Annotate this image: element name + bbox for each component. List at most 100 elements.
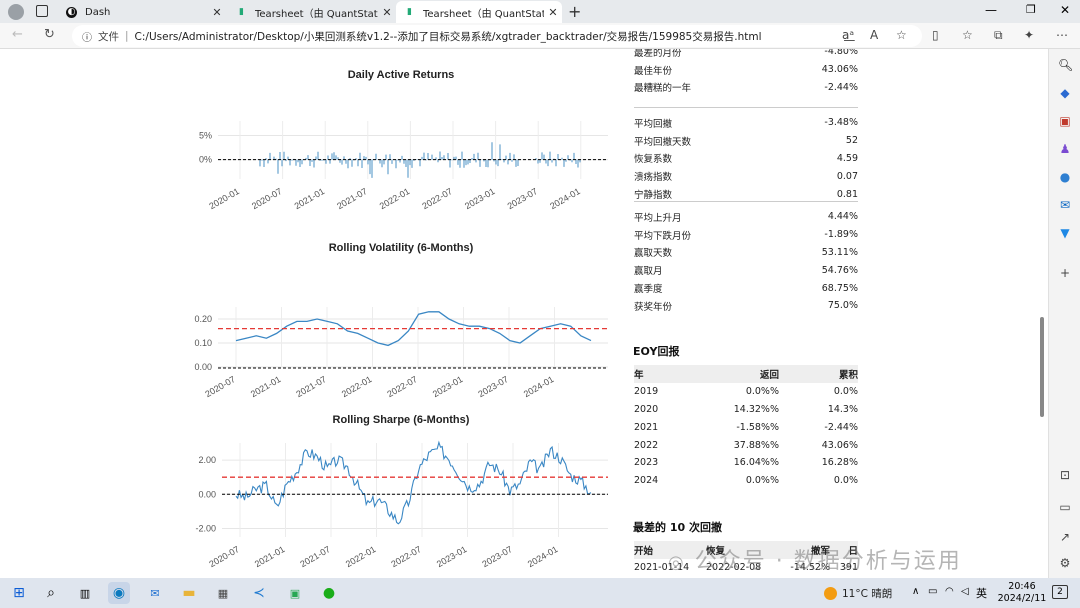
clock[interactable]: 20:46 2024/2/11 — [996, 581, 1048, 605]
outlook-icon[interactable]: ✉ — [1058, 198, 1072, 212]
profile-avatar[interactable] — [8, 4, 24, 20]
tab-dash[interactable]: ◐ Dash ✕ — [58, 1, 226, 23]
drawdown-heading: 最差的 10 次回撤 — [633, 521, 722, 534]
sidebar-toggle-icon[interactable]: ▭ — [1058, 500, 1072, 514]
eoy-row: 2020 14.32%% 14.3% — [634, 401, 858, 419]
back-icon[interactable]: ← — [12, 27, 23, 42]
info-icon[interactable]: ⓘ — [82, 29, 92, 44]
metric-row: 平均上升月 4.44% — [634, 208, 858, 226]
search-icon[interactable]: ⌕ — [40, 582, 62, 604]
chart-icon: ▮ — [239, 7, 244, 17]
favorite-star-icon[interactable]: ☆ — [896, 28, 907, 42]
y-tick-label: 0.20 — [194, 314, 212, 324]
add-icon[interactable]: + — [1058, 266, 1072, 280]
tools-icon[interactable]: ▣ — [1058, 114, 1072, 128]
explorer-icon[interactable]: ▬ — [178, 582, 200, 604]
metric-value: -4.80% — [824, 49, 858, 58]
ime-indicator[interactable]: 英 — [976, 585, 987, 601]
terminal-icon[interactable]: ▣ — [284, 582, 306, 604]
wifi-icon[interactable]: ◠ — [945, 586, 954, 597]
games-icon[interactable]: ♟ — [1058, 142, 1072, 156]
metric-row: 获奖年份 75.0% — [634, 297, 858, 315]
eoy-cell: 14.32%% — [733, 403, 779, 415]
windows-start-icon[interactable]: ⊞ — [8, 582, 30, 604]
drop-icon[interactable]: ▼ — [1058, 226, 1072, 240]
vscode-icon[interactable]: ≺ — [248, 582, 270, 604]
minimize-button[interactable]: — — [985, 3, 997, 17]
eoy-header-row: 年 返回 累积 — [634, 365, 858, 383]
taskbar: ⊞ ⌕ ▥ ◉ ✉ ▬ ▦ ≺ ▣ ● 11°C 晴朗 ∧ ▭ ◠ ◁ 英 20… — [0, 578, 1080, 608]
x-tick-label: 2022-07 — [389, 544, 423, 569]
y-tick-label: 2.00 — [198, 455, 216, 465]
metric-row: 平均回撤天数 52 — [634, 132, 858, 150]
favorites-icon[interactable]: ☆ — [962, 28, 973, 42]
eoy-cell: 2019 — [634, 386, 659, 398]
more-icon[interactable]: ⋯ — [1056, 28, 1068, 42]
office-icon[interactable]: ● — [1058, 170, 1072, 184]
eoy-cell: 2023 — [634, 457, 659, 469]
scrollbar[interactable] — [1040, 317, 1044, 417]
metric-value: 4.44% — [827, 211, 858, 223]
close-icon[interactable]: ✕ — [378, 6, 396, 19]
search-icon[interactable]: 🔍︎ — [1058, 58, 1073, 72]
close-icon[interactable]: ✕ — [544, 6, 562, 19]
metric-value: -2.44% — [824, 81, 858, 93]
eoy-cell: 14.3% — [827, 403, 858, 415]
dash-icon: ◐ — [66, 6, 77, 18]
eoy-row: 2021 -1.58%% -2.44% — [634, 418, 858, 436]
eoy-row: 2023 16.04%% 16.28% — [634, 454, 858, 472]
task-view-icon[interactable]: ▥ — [74, 582, 96, 604]
text-size-icon[interactable]: A — [870, 28, 878, 42]
eoy-heading: EOY回报 — [633, 345, 680, 358]
notification-badge[interactable]: 2 — [1052, 585, 1068, 599]
x-tick-label: 2024-01 — [522, 374, 556, 399]
y-tick-label: -2.00 — [195, 523, 216, 533]
x-tick-label: 2022-07 — [420, 186, 454, 211]
screenshot-icon[interactable]: ⊡ — [1058, 468, 1072, 482]
store-icon[interactable]: ▦ — [212, 582, 234, 604]
external-icon[interactable]: ↗ — [1058, 530, 1072, 544]
clock-time: 20:46 — [1008, 581, 1036, 592]
collections-icon[interactable]: ⧉ — [994, 28, 1003, 43]
maximize-button[interactable]: ❐ — [1026, 3, 1036, 16]
metric-label: 平均下跌月份 — [634, 230, 692, 242]
workspaces-icon[interactable] — [36, 5, 48, 17]
close-window-button[interactable]: ✕ — [1060, 3, 1070, 17]
volume-icon[interactable]: ◁ — [961, 586, 969, 597]
shopping-icon[interactable]: ◆ — [1058, 86, 1072, 100]
url-field[interactable]: ⓘ 文件 | C:/Users/Administrator/Desktop/小果… — [72, 25, 922, 47]
metric-value: -3.48% — [824, 117, 858, 129]
close-icon[interactable]: ✕ — [208, 6, 226, 19]
chevron-up-icon[interactable]: ∧ — [912, 586, 919, 597]
metric-value: 52 — [845, 135, 858, 147]
y-tick-label: 0.00 — [198, 489, 216, 499]
tab-tearsheet-1[interactable]: ▮ Tearsheet（由 QuantStats 生成） ✕ — [228, 1, 396, 23]
volatility-plot: 0.20 0.10 0.00 2020-07 2021-01 2021-07 2022-01… — [194, 307, 608, 399]
metric-row: 最佳年份 43.06% — [634, 61, 858, 79]
mail-icon[interactable]: ✉ — [144, 582, 166, 604]
eoy-cell: 0.0%% — [745, 386, 779, 398]
split-screen-icon[interactable]: ▯ — [932, 28, 939, 42]
metric-value: 53.11% — [821, 246, 858, 258]
extensions-icon[interactable]: ✦ — [1024, 28, 1034, 42]
edge-sidebar: 🔍︎ ◆ ▣ ♟ ● ✉ ▼ + ⊡ ▭ ↗ ⚙ — [1048, 49, 1080, 578]
tab-title: Tearsheet（由 QuantStats 生成） — [255, 8, 378, 20]
x-tick-label: 2021-01 — [249, 374, 283, 399]
weather-widget[interactable]: 11°C 晴朗 — [824, 586, 892, 601]
refresh-icon[interactable]: ↻ — [44, 27, 55, 42]
eoy-header-cell: 年 — [634, 369, 644, 381]
metric-row: 平均回撤 -3.48% — [634, 114, 858, 132]
url-separator: | — [125, 30, 129, 42]
settings-icon[interactable]: ⚙ — [1058, 556, 1072, 570]
wechat-icon[interactable]: ● — [318, 582, 340, 604]
x-tick-label: 2022-01 — [378, 186, 412, 211]
read-aloud-icon[interactable]: a͟ᵃ — [842, 28, 854, 42]
x-tick-label: 2022-01 — [340, 374, 374, 399]
tab-tearsheet-active[interactable]: ▮ Tearsheet（由 QuantStats 生成） ✕ — [396, 1, 562, 23]
edge-icon[interactable]: ◉ — [108, 582, 130, 604]
eoy-cell: 43.06% — [821, 439, 858, 451]
new-tab-button[interactable]: + — [568, 2, 581, 21]
tray-icon[interactable]: ▭ — [928, 586, 937, 597]
eoy-cell: -2.44% — [824, 421, 858, 433]
metric-label: 赢取天数 — [634, 248, 673, 260]
